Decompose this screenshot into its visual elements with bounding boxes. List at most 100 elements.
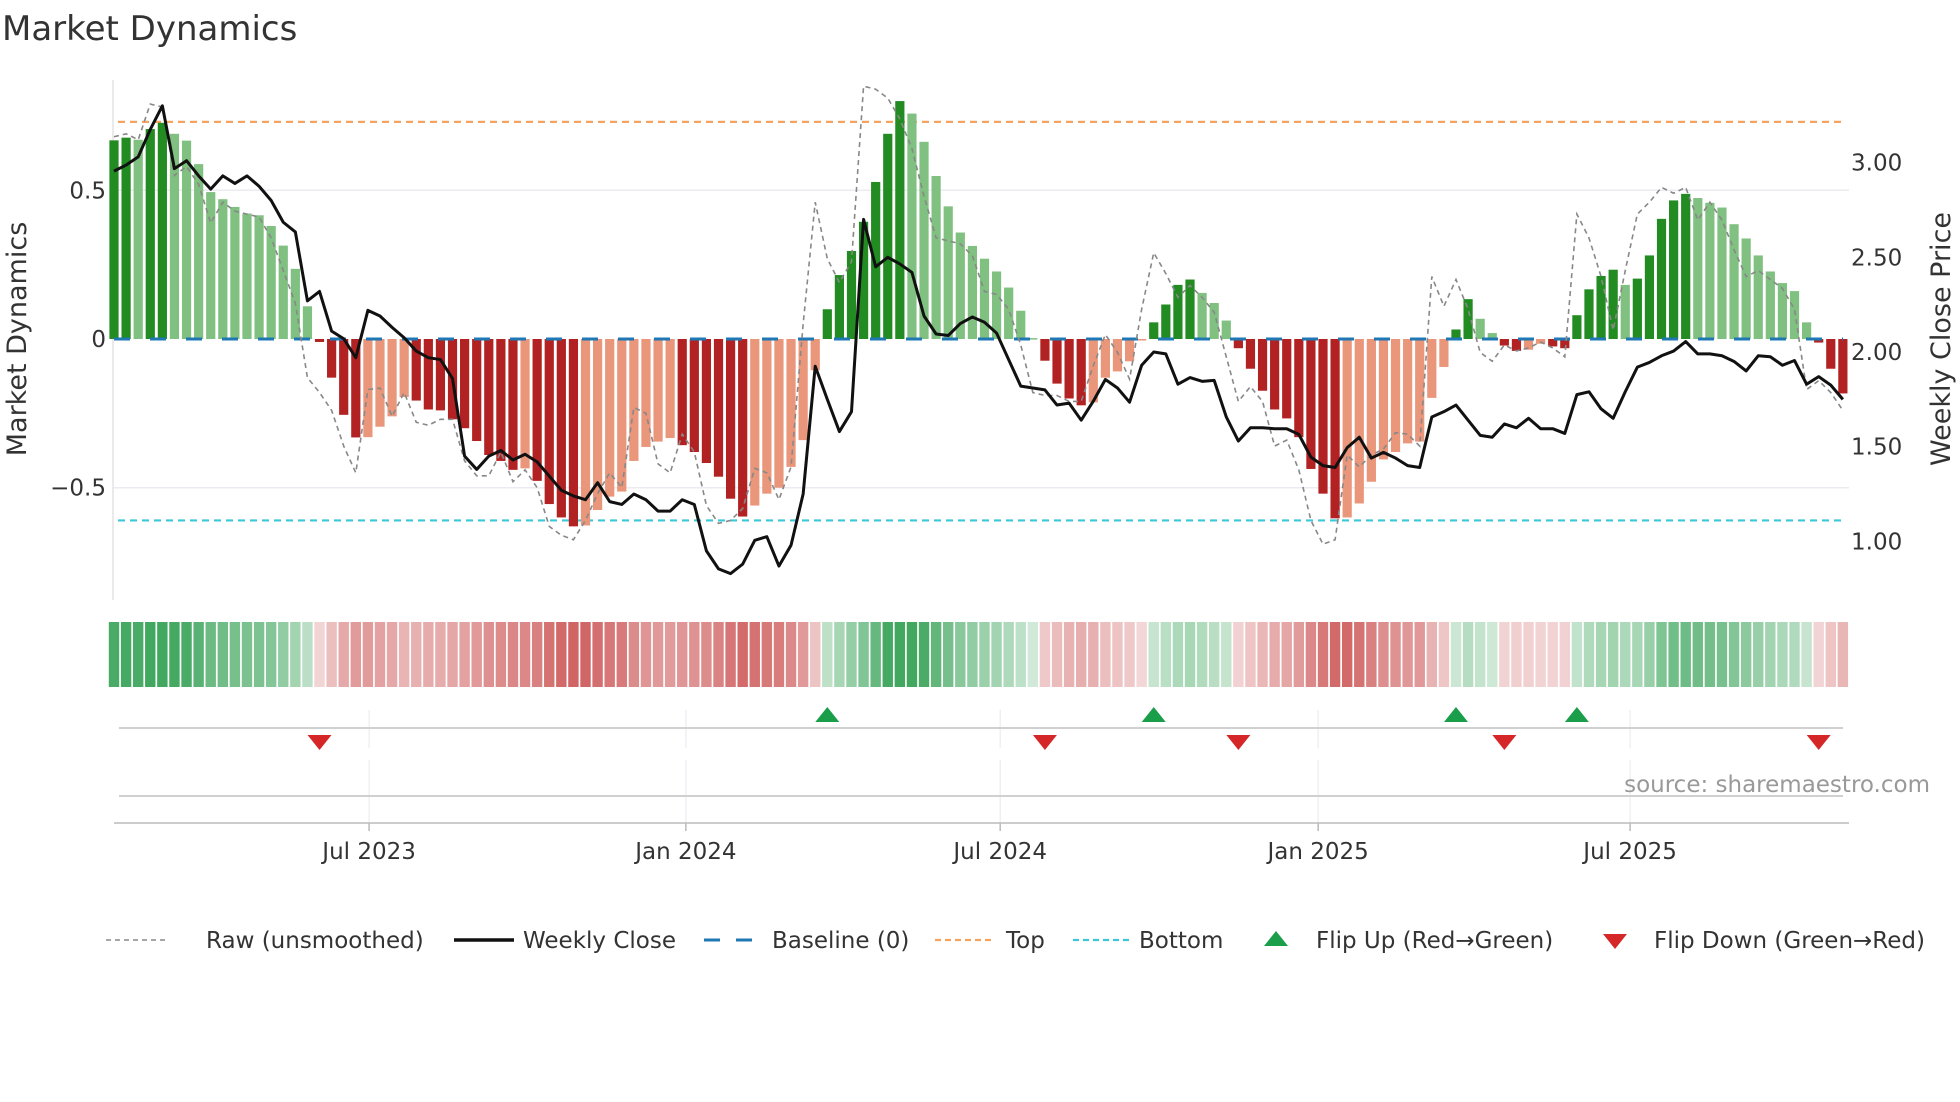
regime-strip-cell bbox=[350, 622, 361, 687]
right-axis-ticks: 3.00 2.50 2.00 1.50 1.00 bbox=[1851, 151, 1902, 556]
momentum-bar bbox=[1499, 339, 1509, 346]
momentum-bar bbox=[1584, 289, 1594, 339]
regime-strip-cell bbox=[1825, 622, 1836, 687]
momentum-bar bbox=[701, 339, 712, 464]
regime-strip-cell bbox=[1777, 622, 1788, 687]
momentum-bar bbox=[846, 250, 857, 339]
regime-strip-cell bbox=[797, 622, 809, 687]
momentum-bar bbox=[363, 339, 373, 438]
regime-strip-cell bbox=[1414, 622, 1425, 687]
regime-strip-cell bbox=[1595, 622, 1607, 687]
regime-strip-cell bbox=[1801, 622, 1812, 687]
regime-strip-cell bbox=[314, 622, 325, 687]
momentum-bar bbox=[786, 339, 796, 467]
regime-strip-cell bbox=[1813, 622, 1824, 687]
regime-strip-cell bbox=[930, 622, 942, 687]
legend-label: Flip Up (Red→Green) bbox=[1316, 928, 1553, 954]
regime-strip-cell bbox=[1753, 622, 1764, 687]
regime-strip-cell bbox=[1765, 622, 1776, 687]
legend-label: Bottom bbox=[1139, 928, 1223, 954]
momentum-bar bbox=[1257, 339, 1268, 391]
momentum-bar bbox=[689, 339, 699, 453]
x-tick-label: Jul 2025 bbox=[1581, 839, 1677, 865]
regime-strip-cell bbox=[1692, 622, 1703, 687]
regime-strip-cell bbox=[1487, 622, 1498, 687]
momentum-bar bbox=[1741, 238, 1751, 339]
momentum-bar bbox=[1137, 339, 1147, 341]
regime-strip-cell bbox=[580, 622, 591, 687]
regime-strip-cell bbox=[1426, 622, 1438, 687]
momentum-bar bbox=[1004, 287, 1014, 339]
momentum-bar bbox=[242, 213, 252, 339]
regime-strip-cell bbox=[229, 622, 241, 687]
regime-strip-cell bbox=[386, 622, 398, 687]
regime-strip-cell bbox=[1317, 622, 1329, 687]
regime-strip-cell bbox=[628, 622, 640, 687]
regime-strip-cell bbox=[1221, 622, 1232, 687]
momentum-bar bbox=[1632, 278, 1642, 339]
series-lines bbox=[113, 85, 1845, 576]
regime-strip-cell bbox=[374, 622, 386, 687]
regime-strip-cell bbox=[265, 622, 277, 687]
legend-flip-down-icon bbox=[1603, 934, 1627, 949]
legend-item-raw: Raw (unsmoothed) bbox=[106, 928, 424, 954]
regime-strip-cell bbox=[1547, 622, 1558, 687]
right-axis-tick-label: 1.00 bbox=[1851, 529, 1902, 555]
momentum-bar bbox=[302, 306, 313, 339]
regime-strip-cell bbox=[1088, 622, 1099, 687]
regime-strip-cell bbox=[145, 622, 156, 687]
momentum-bar bbox=[1185, 279, 1195, 339]
regime-strip-cell bbox=[943, 622, 954, 687]
x-tick-label: Jan 2024 bbox=[633, 839, 736, 865]
left-axis-tick-label: 0 bbox=[91, 327, 106, 353]
momentum-bar bbox=[327, 339, 337, 378]
regime-strip-cell bbox=[701, 622, 712, 687]
regime-strip-cell bbox=[1620, 622, 1631, 687]
right-axis-label: Weekly Close Price bbox=[1926, 212, 1957, 466]
regime-strip-cell bbox=[967, 622, 978, 687]
regime-strip-cell bbox=[483, 622, 494, 687]
regime-strip-cell bbox=[1281, 622, 1292, 687]
regime-strip-cell bbox=[1015, 622, 1026, 687]
momentum-bar bbox=[1765, 271, 1775, 339]
regime-strip-cell bbox=[181, 622, 192, 687]
regime-strip-cell bbox=[169, 622, 180, 687]
regime-strip-cell bbox=[1172, 622, 1184, 687]
regime-strip-cell bbox=[1027, 622, 1039, 687]
regime-strip-cell bbox=[278, 622, 289, 687]
momentum-bar bbox=[713, 339, 724, 477]
momentum-bar bbox=[230, 206, 240, 339]
momentum-bar bbox=[665, 339, 675, 439]
x-axis-ticks: Jul 2023 Jan 2024 Jul 2024 Jan 2025 Jul 2025 bbox=[320, 823, 1677, 865]
momentum-bar bbox=[1270, 339, 1280, 410]
momentum-bar bbox=[1052, 339, 1062, 384]
momentum-bar bbox=[194, 164, 204, 339]
momentum-bar bbox=[1669, 200, 1679, 339]
momentum-bar bbox=[1100, 339, 1110, 378]
regime-strip-cell bbox=[906, 622, 918, 687]
flip-panel bbox=[114, 707, 1849, 824]
regime-strip-cell bbox=[1076, 622, 1087, 687]
momentum-bar bbox=[496, 339, 506, 461]
regime-strip-cell bbox=[749, 622, 760, 687]
market-dynamics-chart: Market Dynamics 0.5 0 −0.5 3.00 2.50 2.00 1.5… bbox=[2, 9, 1957, 954]
momentum-bar bbox=[1427, 339, 1437, 398]
regime-strip-cell bbox=[1474, 622, 1486, 687]
regime-strip-cell bbox=[761, 622, 773, 687]
momentum-bar bbox=[895, 101, 905, 339]
momentum-bar bbox=[1572, 315, 1582, 339]
regime-strip-cell bbox=[290, 622, 301, 687]
momentum-bar bbox=[1161, 304, 1171, 339]
left-axis-ticks: 0.5 0 −0.5 bbox=[50, 178, 106, 501]
regime-strip-cell bbox=[1160, 622, 1172, 687]
regime-strip-cell bbox=[1450, 622, 1462, 687]
regime-strip-cell bbox=[507, 622, 519, 687]
regime-strip-cell bbox=[1559, 622, 1570, 687]
regime-strip-cell bbox=[773, 622, 785, 687]
momentum-bar bbox=[1475, 318, 1485, 339]
legend-label: Top bbox=[1005, 928, 1045, 954]
regime-strip-cell bbox=[1378, 622, 1389, 687]
momentum-bar bbox=[1753, 255, 1763, 339]
right-axis-tick-label: 1.50 bbox=[1851, 435, 1902, 461]
momentum-bar bbox=[1620, 284, 1630, 339]
